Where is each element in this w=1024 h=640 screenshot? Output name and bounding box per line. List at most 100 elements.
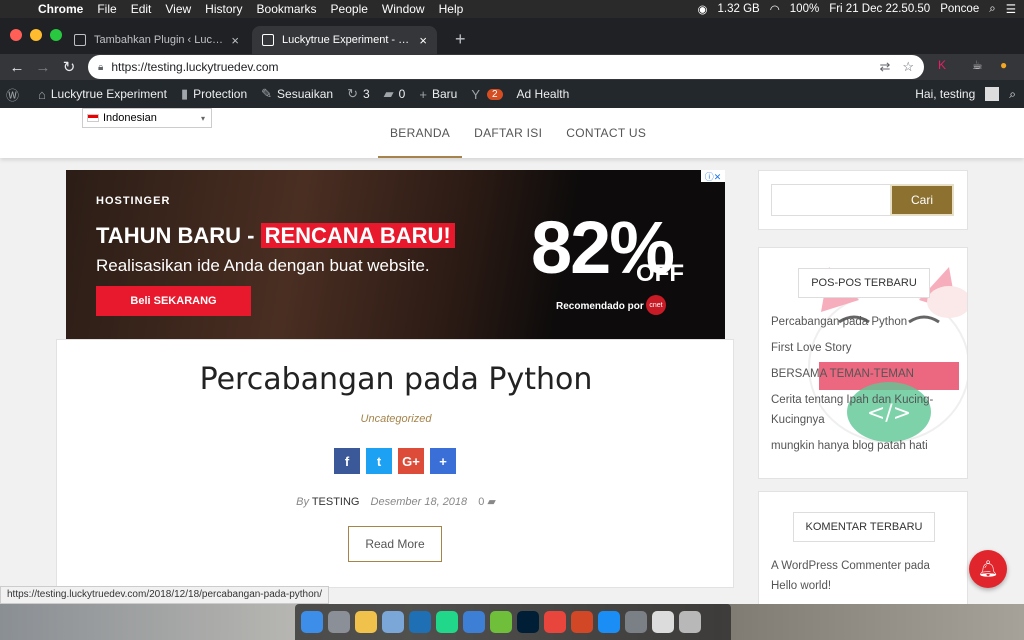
reload-button[interactable]: ↻: [56, 58, 82, 76]
menu-chrome[interactable]: Chrome: [38, 2, 83, 16]
post-card: Percabangan pada Python Uncategorized f …: [56, 339, 734, 588]
menu-window[interactable]: Window: [382, 2, 425, 16]
address-bar[interactable]: 🔒︎ https://testing.luckytruedev.com ⇄ ☆: [88, 55, 924, 79]
nav-beranda[interactable]: BERANDA: [378, 108, 463, 158]
indonesia-flag-icon: [87, 114, 99, 122]
trash-icon[interactable]: [679, 611, 701, 633]
memory-icon[interactable]: ◉: [697, 2, 707, 16]
user-name[interactable]: Poncoe: [940, 3, 979, 15]
finder-icon[interactable]: [301, 611, 323, 633]
site-viewport: Indonesian ▾ BERANDA DAFTAR ISI CONTACT …: [0, 108, 1024, 640]
google-plus-icon[interactable]: G+: [398, 448, 424, 474]
ad-cta-button[interactable]: Beli SEKARANG: [96, 286, 251, 316]
close-tab-icon[interactable]: ×: [419, 33, 427, 48]
preview-icon[interactable]: [652, 611, 674, 633]
list-item[interactable]: Percabangan pada Python: [771, 312, 956, 332]
wp-protection[interactable]: ▮ Protection: [181, 86, 247, 102]
customize-label: Sesuaikan: [277, 87, 334, 101]
wp-yoast[interactable]: Y2: [471, 87, 503, 102]
notification-center-icon[interactable]: ☰: [1006, 2, 1016, 16]
adchoices-icon[interactable]: ⓘ✕: [701, 170, 725, 182]
facebook-icon[interactable]: f: [334, 448, 360, 474]
back-button[interactable]: ←: [4, 59, 30, 76]
search-button[interactable]: Cari: [890, 184, 954, 216]
menu-bookmarks[interactable]: Bookmarks: [257, 2, 317, 16]
scrivener-icon[interactable]: [355, 611, 377, 633]
language-selector[interactable]: Indonesian ▾: [82, 108, 212, 128]
battery-readout[interactable]: 100%: [790, 3, 819, 15]
post-author[interactable]: TESTING: [312, 496, 360, 508]
page-favicon-icon: [262, 34, 274, 46]
language-label: Indonesian: [103, 112, 157, 124]
xcode-icon[interactable]: [463, 611, 485, 633]
ad-recommended: Recomendado por: [556, 301, 644, 312]
tab-luckytrue[interactable]: Luckytrue Experiment - Hello W ×: [252, 26, 437, 54]
trello-icon[interactable]: [409, 611, 431, 633]
translate-icon[interactable]: ⇄: [879, 59, 890, 75]
extension-orange-icon[interactable]: ●: [1000, 58, 1007, 72]
wp-site-link[interactable]: ⌂ Luckytrue Experiment: [38, 87, 167, 102]
post-category[interactable]: Uncategorized: [57, 413, 735, 425]
nav-contact-us[interactable]: CONTACT US: [554, 108, 658, 158]
close-tab-icon[interactable]: ×: [231, 33, 239, 48]
notification-bell-icon[interactable]: 🔔︎: [969, 550, 1007, 588]
menu-file[interactable]: File: [97, 2, 116, 16]
android-studio-icon[interactable]: [490, 611, 512, 633]
new-tab-button[interactable]: +: [455, 30, 466, 48]
powerpoint-icon[interactable]: [571, 611, 593, 633]
forward-button[interactable]: →: [30, 59, 56, 76]
extension-cup-icon[interactable]: ☕︎: [972, 58, 983, 72]
avatar[interactable]: [985, 87, 1000, 101]
chrome-icon[interactable]: [544, 611, 566, 633]
twitter-icon[interactable]: t: [366, 448, 392, 474]
post-title[interactable]: Percabangan pada Python: [57, 362, 735, 397]
search-input[interactable]: [771, 184, 891, 216]
wp-comments[interactable]: ▰ 0: [384, 86, 406, 102]
menu-edit[interactable]: Edit: [131, 2, 152, 16]
wp-updates[interactable]: ↻ 3: [347, 86, 370, 102]
wifi-icon[interactable]: ◠: [770, 2, 780, 16]
list-item[interactable]: First Love Story: [771, 338, 956, 358]
share-plus-icon[interactable]: +: [430, 448, 456, 474]
extension-k-icon[interactable]: K: [938, 58, 946, 72]
comment-count[interactable]: 0: [478, 496, 484, 508]
launchpad-icon[interactable]: [328, 611, 350, 633]
wp-account-greeting[interactable]: Hai, testing: [915, 87, 975, 101]
list-item[interactable]: Cerita tentang Ipah dan Kucing-Kucingnya: [771, 390, 956, 430]
spotlight-icon[interactable]: ⌕: [989, 3, 995, 16]
post-date[interactable]: Desember 18, 2018: [371, 496, 468, 508]
wp-adhealth[interactable]: Ad Health: [517, 87, 570, 101]
list-item[interactable]: BERSAMA TEMAN-TEMAN: [771, 364, 956, 384]
wp-logo-icon[interactable]: Ⓦ: [6, 85, 24, 104]
close-window-button[interactable]: [10, 29, 22, 41]
share-buttons: f t G+ +: [334, 448, 456, 474]
wp-customize[interactable]: ✎ Sesuaikan: [261, 86, 333, 102]
tab-title: Tambahkan Plugin ‹ Luckytrue: [94, 34, 226, 46]
tab-plugins[interactable]: Tambahkan Plugin ‹ Luckytrue ×: [64, 26, 249, 54]
hostinger-ad-banner[interactable]: HOSTINGER TAHUN BARU - RENCANA BARU! Rea…: [66, 170, 725, 339]
photoshop-icon[interactable]: [517, 611, 539, 633]
bookmark-star-icon[interactable]: ☆: [902, 59, 914, 75]
zoom-window-button[interactable]: [50, 29, 62, 41]
menu-people[interactable]: People: [331, 2, 368, 16]
clion-icon[interactable]: [436, 611, 458, 633]
clock[interactable]: Fri 21 Dec 22.50.50: [829, 3, 930, 15]
photo-booth-icon[interactable]: [625, 611, 647, 633]
list-item[interactable]: mungkin hanya blog patah hati: [771, 436, 956, 456]
wp-search-icon[interactable]: ⌕: [1009, 87, 1016, 102]
menu-help[interactable]: Help: [439, 2, 464, 16]
wp-new[interactable]: + Baru: [419, 87, 457, 102]
safari-icon[interactable]: [598, 611, 620, 633]
read-more-button[interactable]: Read More: [348, 526, 442, 562]
brush-icon: ✎: [261, 86, 273, 101]
nav-daftar-isi[interactable]: DAFTAR ISI: [462, 108, 554, 158]
comment-icon[interactable]: ▰: [487, 496, 495, 508]
lock-icon: ▮: [180, 86, 189, 101]
comment-item[interactable]: A WordPress Commenter pada Hello world!: [771, 556, 956, 596]
minimize-window-button[interactable]: [30, 29, 42, 41]
lock-icon[interactable]: 🔒︎: [98, 62, 103, 73]
menu-history[interactable]: History: [205, 2, 242, 16]
box-app-icon[interactable]: [382, 611, 404, 633]
menu-view[interactable]: View: [165, 2, 191, 16]
comments-count: 0: [398, 87, 406, 101]
